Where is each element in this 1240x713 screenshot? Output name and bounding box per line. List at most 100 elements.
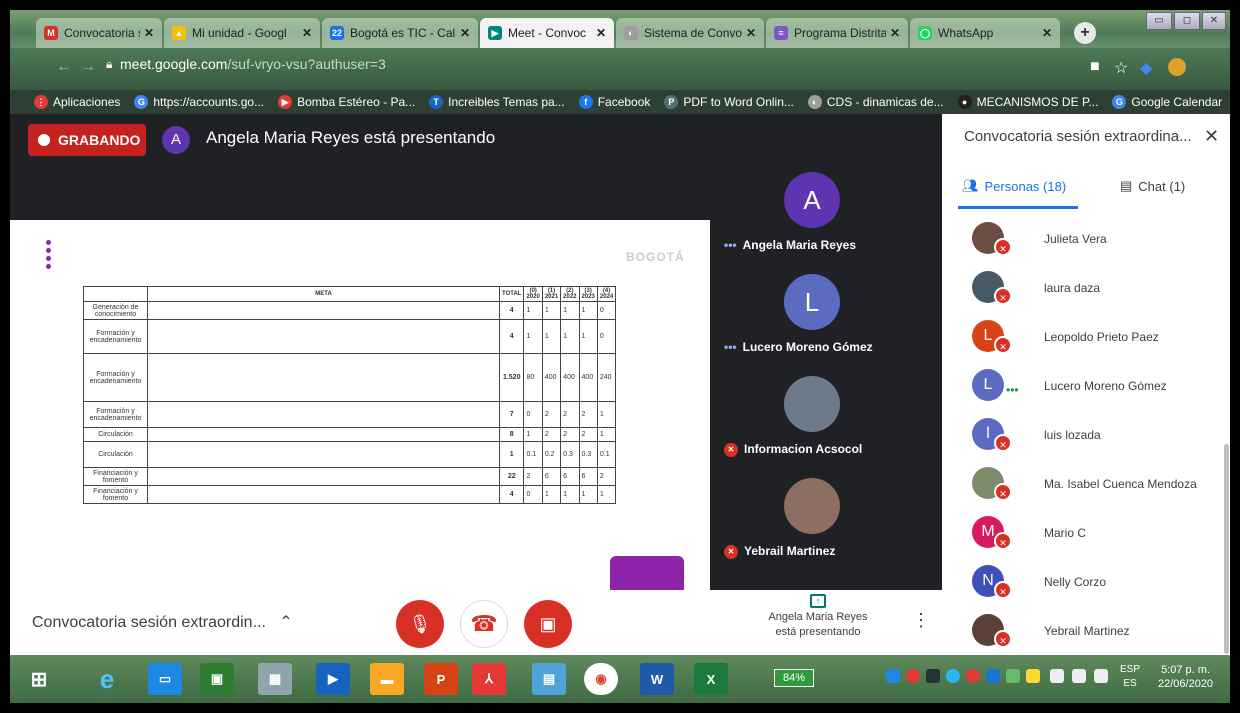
system-clock[interactable]: 5:07 p. m. 22/06/2020 — [1158, 663, 1213, 691]
mic-toggle-button[interactable]: 🎙︎ — [396, 600, 444, 648]
row-category: Formación y encadenamiento — [83, 401, 148, 428]
battery-indicator[interactable]: 84% — [774, 669, 814, 687]
list-item[interactable]: ✕ Yebrail Martinez — [942, 608, 1222, 655]
list-item[interactable]: l ✕ luis lozada — [942, 412, 1222, 461]
clock-time: 5:07 p. m. — [1161, 664, 1210, 676]
tray-chrome-icon[interactable] — [906, 669, 920, 683]
tray-network-icon[interactable] — [1006, 669, 1020, 683]
meeting-details-toggle[interactable]: Convocatoria sesión extraordin... ⌃ — [32, 612, 293, 632]
bookmark-item[interactable]: P PDF to Word Onlin... — [664, 95, 794, 109]
close-window-button[interactable]: ✕ — [1202, 12, 1226, 30]
list-item[interactable]: ✕ laura daza — [942, 265, 1222, 314]
word-icon[interactable]: W — [640, 663, 674, 695]
lenovo-icon[interactable]: ▭ — [148, 663, 182, 695]
excel-icon[interactable]: X — [694, 663, 728, 695]
tray-display-icon[interactable] — [986, 669, 1000, 683]
acrobat-icon[interactable]: ⅄ — [472, 663, 506, 695]
participant-tile[interactable]: ✕ Informacion Acsocol — [714, 368, 914, 468]
bookmark-item[interactable]: ● MECANISMOS DE P... — [957, 95, 1098, 109]
file-explorer-icon[interactable]: ▬ — [370, 663, 404, 695]
internet-explorer-icon[interactable]: e — [90, 663, 124, 695]
back-icon[interactable]: ← — [56, 58, 72, 76]
participant-tile[interactable]: ✕ Yebrail Martinez — [714, 470, 914, 570]
speaking-dots-icon: ••• — [1006, 383, 1019, 397]
tab-close-icon[interactable]: ✕ — [1042, 26, 1052, 40]
browser-tab[interactable]: ▲ Mi unidad - Googl ✕ — [164, 18, 320, 48]
tray-security-icon[interactable] — [966, 669, 980, 683]
browser-tab[interactable]: 22 Bogotá es TIC - Cal ✕ — [322, 18, 478, 48]
table-header-cell: (0) 2020 — [523, 286, 543, 302]
battery-tray-icon[interactable] — [1050, 669, 1064, 683]
tab-close-icon[interactable]: ✕ — [144, 26, 154, 40]
tab-close-icon[interactable]: ✕ — [302, 26, 312, 40]
chrome-icon[interactable]: ◉ — [584, 663, 618, 695]
flag-icon[interactable] — [1026, 669, 1040, 683]
list-item[interactable]: L ✕ Leopoldo Prieto Paez — [942, 314, 1222, 363]
list-item[interactable]: M ✕ Mario C — [942, 510, 1222, 559]
row-year-value: 1 — [596, 427, 617, 442]
tab-close-icon[interactable]: ✕ — [890, 26, 900, 40]
bluetooth-icon[interactable] — [926, 669, 940, 683]
bookmark-item[interactable]: ▶ Bomba Estéreo - Pa... — [278, 95, 415, 109]
profile-avatar[interactable] — [1168, 58, 1186, 76]
row-year-value: 400 — [541, 353, 562, 402]
row-year-value: 2 — [578, 427, 598, 442]
participant-list-scrollbar[interactable] — [1224, 444, 1229, 654]
minimize-button[interactable]: ▭ — [1146, 12, 1172, 30]
volume-icon[interactable] — [1094, 669, 1108, 683]
row-total: 1.520 — [498, 353, 525, 402]
leave-call-button[interactable]: ☎︎ — [460, 600, 508, 648]
extension-icon[interactable]: ◆ — [1140, 58, 1152, 78]
bookmark-item[interactable]: ⋮ Aplicaciones — [34, 95, 120, 109]
mic-muted-icon: ✕ — [994, 287, 1012, 305]
wifi-icon[interactable] — [1072, 669, 1086, 683]
browser-tab[interactable]: M Convocatoria sesió ✕ — [36, 18, 162, 48]
maximize-button[interactable]: ◻ — [1174, 12, 1200, 30]
browser-tab[interactable]: ▶ Meet - Convoc ✕ — [480, 18, 614, 48]
camera-toggle-button[interactable]: ▣ — [524, 600, 572, 648]
bookmark-item[interactable]: G Google Calendar — [1112, 95, 1222, 109]
browser-tab[interactable]: ≡ Programa Distrital ✕ — [766, 18, 908, 48]
tab-people[interactable]: 👥︎ Personas (18) — [962, 178, 1066, 194]
tray-sync-icon[interactable] — [946, 669, 960, 683]
tab-close-icon[interactable]: ✕ — [746, 26, 756, 40]
bookmark-item[interactable]: f Facebook — [578, 95, 650, 109]
participant-tile[interactable]: A ••• Angela Maria Reyes — [714, 164, 914, 264]
remote-desktop-icon[interactable]: ▤ — [532, 663, 566, 695]
calculator-icon[interactable]: ▦ — [258, 663, 292, 695]
row-total: 4 — [498, 319, 525, 354]
windows-start-icon[interactable]: ⊞ — [22, 663, 56, 695]
store-icon[interactable]: ▣ — [200, 663, 234, 695]
bookmark-item[interactable]: ◐ CDS - dinamicas de... — [807, 95, 944, 109]
browser-tab[interactable]: ◯ WhatsApp ✕ — [910, 18, 1060, 48]
panel-title: Convocatoria sesión extraordina... — [964, 128, 1192, 145]
new-tab-button[interactable]: + — [1074, 22, 1096, 44]
participant-tile[interactable]: L ••• Lucero Moreno Gómez — [714, 266, 914, 366]
powerpoint-icon[interactable]: P — [424, 663, 458, 695]
forward-icon[interactable]: → — [80, 58, 96, 76]
bookmark-star-icon[interactable]: ☆ — [1114, 58, 1128, 78]
input-language[interactable]: ESP ES — [1120, 663, 1140, 691]
tab-close-icon[interactable]: ✕ — [460, 26, 470, 40]
more-options-icon[interactable]: ⋮ — [912, 610, 930, 631]
row-year-value: 1 — [560, 301, 580, 320]
bookmark-item[interactable]: Ghttps://accounts.go... — [134, 95, 264, 109]
close-panel-icon[interactable]: ✕ — [1204, 126, 1219, 147]
list-item[interactable]: L ••• Lucero Moreno Gómez — [942, 363, 1222, 412]
tab-chat[interactable]: ▤ Chat (1) — [1120, 178, 1185, 194]
list-item[interactable]: N ✕ Nelly Corzo — [942, 559, 1222, 608]
bookmark-item[interactable]: T Increibles Temas pa... — [429, 95, 565, 109]
tray-app-icon[interactable] — [886, 669, 900, 683]
list-item[interactable]: ✕ Ma. Isabel Cuenca Mendoza — [942, 461, 1222, 510]
tab-close-icon[interactable]: ✕ — [596, 26, 606, 40]
people-tab-label: Personas (18) — [984, 178, 1067, 194]
recording-indicator[interactable]: GRABANDO — [28, 124, 146, 156]
browser-tab[interactable]: ◐ Sistema de Convoc ✕ — [616, 18, 764, 48]
row-year-value: 1 — [560, 319, 580, 354]
cast-icon[interactable]: ■ — [1090, 58, 1100, 76]
list-item[interactable]: ✕ Julieta Vera — [942, 216, 1222, 265]
url-field[interactable]: meet.google.com/suf-vryo-vsu?authuser=3 — [120, 56, 386, 72]
media-player-icon[interactable]: ▶ — [316, 663, 350, 695]
presenting-now-button[interactable]: ↑ Angela Maria Reyes está presentando — [758, 594, 878, 640]
row-year-value: 2 — [560, 427, 580, 442]
